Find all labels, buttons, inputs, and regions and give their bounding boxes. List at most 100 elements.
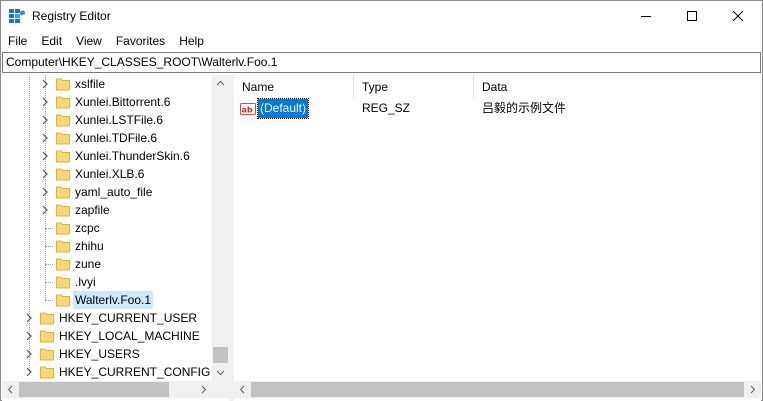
chevron-right-icon[interactable] bbox=[24, 367, 34, 377]
close-button[interactable] bbox=[715, 1, 761, 31]
tree-item[interactable]: Xunlei.ThunderSkin.6 bbox=[2, 147, 212, 165]
folder-icon bbox=[56, 114, 70, 127]
value-data: 吕毅的示例文件 bbox=[482, 101, 567, 115]
registry-editor-window: Registry Editor File Edit View Favorites… bbox=[0, 0, 763, 401]
chevron-right-icon[interactable] bbox=[40, 79, 50, 89]
tree-item-label[interactable]: HKEY_LOCAL_MACHINE bbox=[57, 327, 202, 345]
chevron-right-icon[interactable] bbox=[40, 133, 50, 143]
folder-icon bbox=[56, 240, 70, 253]
scroll-right-icon[interactable] bbox=[195, 381, 212, 398]
tree-root-key[interactable]: HKEY_USERS bbox=[2, 345, 212, 363]
chevron-right-icon[interactable] bbox=[40, 97, 50, 107]
tree-item-label[interactable]: .lvyi bbox=[73, 273, 98, 291]
value-type: REG_SZ bbox=[362, 101, 411, 115]
tree-vertical-scrollbar[interactable] bbox=[212, 75, 229, 381]
tree-item[interactable]: Xunlei.Bittorrent.6 bbox=[2, 93, 212, 111]
tree-item-label[interactable]: zhihu bbox=[73, 237, 106, 255]
column-header-type[interactable]: Type bbox=[354, 75, 474, 99]
tree-item-label[interactable]: zune bbox=[73, 255, 103, 273]
tree-root-key[interactable]: HKEY_CURRENT_CONFIG bbox=[2, 363, 212, 381]
values-list-pane[interactable]: Name Type Data ab (Default) REG_SZ 吕毅的示例… bbox=[234, 75, 761, 401]
tree-item-label[interactable]: HKEY_CURRENT_USER bbox=[57, 309, 199, 327]
tree-item-label[interactable]: Xunlei.ThunderSkin.6 bbox=[73, 147, 192, 165]
tree-item[interactable]: Xunlei.LSTFile.6 bbox=[2, 111, 212, 129]
scroll-right-icon[interactable] bbox=[744, 381, 761, 398]
column-headers: Name Type Data bbox=[234, 75, 761, 99]
tree-item[interactable]: Walterlv.Foo.1 bbox=[2, 291, 212, 309]
key-tree: xslfile Xunlei.Bittorrent.6 Xunlei.LSTFile… bbox=[2, 75, 212, 381]
chevron-right-icon[interactable] bbox=[40, 151, 50, 161]
folder-icon bbox=[56, 294, 70, 307]
tree-connector-line bbox=[45, 300, 53, 301]
list-horizontal-scrollbar[interactable] bbox=[234, 381, 761, 398]
folder-icon bbox=[56, 276, 70, 289]
maximize-icon bbox=[687, 11, 697, 21]
tree-horizontal-scroll-thumb[interactable] bbox=[19, 382, 169, 397]
tree-item-label[interactable]: Xunlei.LSTFile.6 bbox=[73, 111, 165, 129]
tree-item-label[interactable]: xslfile bbox=[73, 75, 107, 93]
tree-item[interactable]: yaml_auto_file bbox=[2, 183, 212, 201]
tree-root-key[interactable]: HKEY_CURRENT_USER bbox=[2, 309, 212, 327]
tree-item-label[interactable]: Walterlv.Foo.1 bbox=[73, 291, 154, 309]
scrollbar-corner bbox=[212, 381, 229, 398]
menu-help[interactable]: Help bbox=[172, 32, 211, 52]
tree-horizontal-scrollbar[interactable] bbox=[2, 381, 212, 398]
tree-item[interactable]: zhihu bbox=[2, 237, 212, 255]
tree-item[interactable]: xslfile bbox=[2, 75, 212, 93]
string-value-icon: ab bbox=[240, 103, 256, 115]
chevron-right-icon[interactable] bbox=[40, 205, 50, 215]
chevron-right-icon[interactable] bbox=[24, 313, 34, 323]
tree-item[interactable]: Xunlei.XLB.6 bbox=[2, 165, 212, 183]
scroll-left-icon[interactable] bbox=[234, 381, 251, 398]
menu-file[interactable]: File bbox=[1, 32, 34, 52]
scroll-left-icon[interactable] bbox=[2, 381, 19, 398]
tree-connector-line bbox=[45, 228, 53, 229]
tree-item[interactable]: .lvyi bbox=[2, 273, 212, 291]
tree-connector-line bbox=[45, 282, 53, 283]
tree-item-label[interactable]: zcpc bbox=[73, 219, 102, 237]
tree-vertical-scroll-thumb[interactable] bbox=[213, 347, 228, 363]
tree-item[interactable]: zcpc bbox=[2, 219, 212, 237]
list-horizontal-scroll-thumb[interactable] bbox=[251, 382, 744, 397]
tree-item[interactable]: Xunlei.TDFile.6 bbox=[2, 129, 212, 147]
tree-item-label[interactable]: Xunlei.TDFile.6 bbox=[73, 129, 159, 147]
folder-icon bbox=[56, 186, 70, 199]
chevron-right-icon[interactable] bbox=[24, 349, 34, 359]
folder-icon bbox=[56, 132, 70, 145]
tree-item-label[interactable]: Xunlei.XLB.6 bbox=[73, 165, 146, 183]
menu-bar: File Edit View Favorites Help bbox=[1, 32, 762, 52]
tree-connector-line bbox=[45, 264, 53, 265]
folder-icon bbox=[40, 366, 54, 379]
folder-icon bbox=[40, 330, 54, 343]
value-row[interactable]: ab (Default) REG_SZ 吕毅的示例文件 bbox=[234, 98, 761, 119]
column-header-name[interactable]: Name bbox=[234, 75, 354, 99]
tree-connector-line bbox=[45, 246, 53, 247]
value-name[interactable]: (Default) bbox=[256, 98, 310, 119]
chevron-right-icon[interactable] bbox=[24, 331, 34, 341]
chevron-right-icon[interactable] bbox=[40, 169, 50, 179]
tree-item-label[interactable]: zapfile bbox=[73, 201, 112, 219]
maximize-button[interactable] bbox=[669, 1, 715, 31]
folder-icon bbox=[56, 150, 70, 163]
title-bar[interactable]: Registry Editor bbox=[1, 1, 762, 31]
menu-view[interactable]: View bbox=[69, 32, 109, 52]
scroll-down-icon[interactable] bbox=[212, 364, 229, 381]
column-header-data[interactable]: Data bbox=[474, 75, 761, 99]
scroll-up-icon[interactable] bbox=[212, 75, 229, 92]
tree-item[interactable]: zune bbox=[2, 255, 212, 273]
tree-item-label[interactable]: HKEY_CURRENT_CONFIG bbox=[57, 363, 212, 381]
key-tree-pane[interactable]: xslfile Xunlei.Bittorrent.6 Xunlei.LSTFile… bbox=[2, 75, 229, 401]
tree-item[interactable]: zapfile bbox=[2, 201, 212, 219]
tree-item-label[interactable]: Xunlei.Bittorrent.6 bbox=[73, 93, 172, 111]
tree-root-key[interactable]: HKEY_LOCAL_MACHINE bbox=[2, 327, 212, 345]
menu-edit[interactable]: Edit bbox=[34, 32, 69, 52]
tree-item-label[interactable]: yaml_auto_file bbox=[73, 183, 154, 201]
address-bar[interactable]: Computer\HKEY_CLASSES_ROOT\Walterlv.Foo.… bbox=[2, 52, 761, 73]
minimize-button[interactable] bbox=[623, 1, 669, 31]
folder-icon bbox=[56, 204, 70, 217]
chevron-right-icon[interactable] bbox=[40, 115, 50, 125]
folder-icon bbox=[56, 258, 70, 271]
menu-favorites[interactable]: Favorites bbox=[109, 32, 172, 52]
chevron-right-icon[interactable] bbox=[40, 187, 50, 197]
tree-item-label[interactable]: HKEY_USERS bbox=[57, 345, 142, 363]
